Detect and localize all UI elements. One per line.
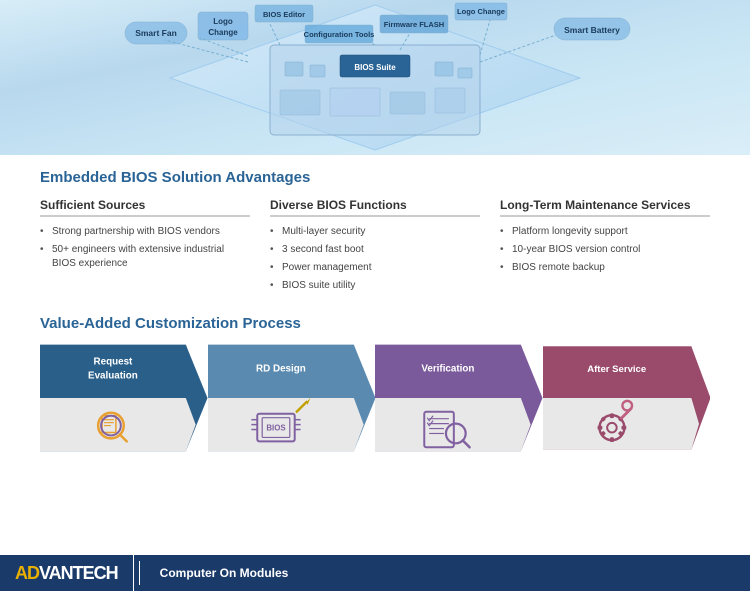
step-request-evaluation: Request Evaluation [40,344,208,457]
svg-text:After Service: After Service [587,364,646,375]
diagram-section: BIOS Suite Configuration Tools BIOS Edit… [0,0,750,155]
list-item: Platform longevity support [500,225,710,239]
svg-text:Request: Request [93,357,133,368]
svg-text:Verification: Verification [421,363,474,374]
footer-brand: ADVANTECH [0,555,134,591]
advantage-col-3: Long-Term Maintenance Services Platform … [500,198,710,297]
list-item: 50+ engineers with extensive industrial … [40,243,250,271]
list-item: 10-year BIOS version control [500,243,710,257]
svg-text:BIOS Editor: BIOS Editor [263,10,305,19]
list-item: BIOS suite utility [270,279,480,293]
list-item: BIOS remote backup [500,261,710,275]
col2-list: Multi-layer security 3 second fast boot … [270,225,480,293]
section2-title: Value-Added Customization Process [40,315,710,332]
list-item: Strong partnership with BIOS vendors [40,225,250,239]
svg-text:BIOS: BIOS [266,424,285,433]
footer-divider [139,561,140,585]
step-verification: Verification [375,344,543,457]
step-rd-design: RD Design BIOS [208,344,376,457]
col1-heading: Sufficient Sources [40,198,250,217]
main-content: Embedded BIOS Solution Advantages Suffic… [0,155,750,467]
svg-text:RD Design: RD Design [256,363,306,374]
svg-text:Smart Fan: Smart Fan [135,28,177,38]
col2-heading: Diverse BIOS Functions [270,198,480,217]
col3-heading: Long-Term Maintenance Services [500,198,710,217]
list-item: Power management [270,261,480,275]
svg-text:Logo Change: Logo Change [457,7,505,16]
process-section: Value-Added Customization Process Reques… [40,315,710,457]
advantage-col-1: Sufficient Sources Strong partnership wi… [40,198,250,297]
svg-text:Evaluation: Evaluation [88,370,138,381]
section1-title: Embedded BIOS Solution Advantages [40,169,710,186]
list-item: Multi-layer security [270,225,480,239]
col1-list: Strong partnership with BIOS vendors 50+… [40,225,250,271]
footer: ADVANTECH Computer On Modules [0,555,750,591]
col3-list: Platform longevity support 10-year BIOS … [500,225,710,275]
footer-tagline: Computer On Modules [145,566,304,580]
list-item: 3 second fast boot [270,243,480,257]
svg-text:Configuration Tools: Configuration Tools [304,30,375,39]
step-after-service: After Service [543,344,711,457]
svg-text:BIOS Suite: BIOS Suite [354,63,396,72]
svg-text:Change: Change [208,28,238,37]
advantage-col-2: Diverse BIOS Functions Multi-layer secur… [270,198,480,297]
svg-text:Logo: Logo [213,17,233,26]
process-steps: Request Evaluation [40,344,710,457]
svg-text:Smart Battery: Smart Battery [564,25,620,35]
advantages-grid: Sufficient Sources Strong partnership wi… [40,198,710,297]
svg-text:Firmware FLASH: Firmware FLASH [384,20,444,29]
brand-text: ADVANTECH [15,563,118,584]
